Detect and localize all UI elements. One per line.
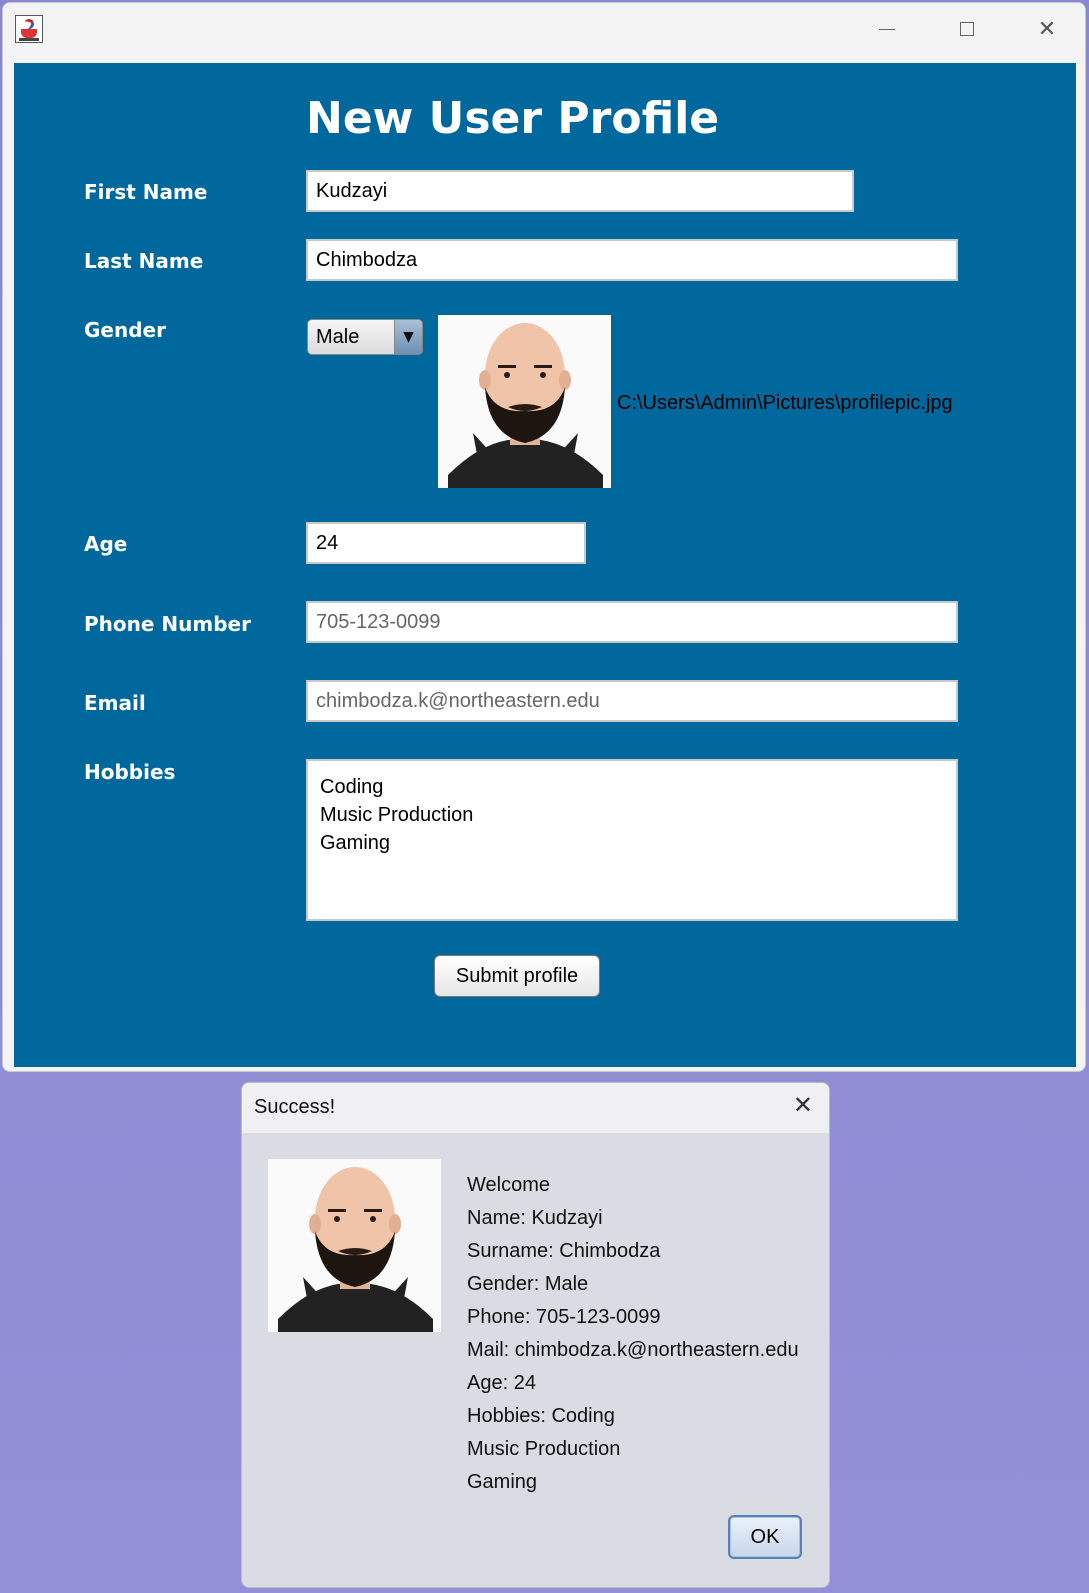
minimize-icon bbox=[879, 28, 895, 30]
phone-field[interactable]: 705-123-0099 bbox=[306, 601, 958, 643]
message-line: Hobbies: Coding bbox=[467, 1405, 615, 1427]
message-line: Age: 24 bbox=[467, 1372, 536, 1394]
dialog-titlebar: Success! ✕ bbox=[242, 1083, 829, 1133]
hobby-line: Music Production bbox=[320, 804, 474, 826]
hobbies-label: Hobbies bbox=[84, 760, 176, 784]
window-titlebar: ✕ bbox=[3, 3, 1085, 55]
first-name-field[interactable]: Kudzayi bbox=[306, 170, 854, 212]
profile-picture[interactable] bbox=[438, 315, 611, 488]
message-line: Gaming bbox=[467, 1471, 538, 1493]
gender-selected-value: Male bbox=[316, 325, 360, 348]
close-icon: ✕ bbox=[1037, 16, 1057, 42]
dialog-title: Success! bbox=[254, 1096, 336, 1118]
dialog-profile-picture bbox=[268, 1159, 441, 1332]
chevron-down-icon[interactable]: ▼ bbox=[394, 320, 422, 354]
message-line: Name: Kudzayi bbox=[467, 1207, 603, 1229]
age-label: Age bbox=[84, 532, 128, 556]
minimize-button[interactable] bbox=[847, 3, 927, 55]
form-panel: New User Profile First Name Kudzayi Last… bbox=[14, 63, 1076, 1067]
message-line: Phone: 705-123-0099 bbox=[467, 1306, 661, 1328]
page-title: New User Profile bbox=[306, 93, 720, 144]
message-line: Welcome bbox=[467, 1174, 550, 1196]
close-icon[interactable]: ✕ bbox=[793, 1091, 813, 1119]
hobby-line: Gaming bbox=[320, 832, 391, 854]
first-name-label: First Name bbox=[84, 180, 208, 204]
message-line: Mail: chimbodza.k@northeastern.edu bbox=[467, 1339, 799, 1361]
hobbies-textarea[interactable]: Coding Music Production Gaming bbox=[306, 759, 958, 921]
java-icon[interactable] bbox=[15, 15, 43, 43]
gender-label: Gender bbox=[84, 318, 166, 342]
success-dialog: Success! ✕ Welcome Name: Kudzayi Surname… bbox=[241, 1082, 830, 1588]
age-field[interactable]: 24 bbox=[306, 522, 586, 564]
avatar-illustration bbox=[268, 1159, 441, 1332]
ok-button[interactable]: OK bbox=[728, 1515, 802, 1559]
gender-dropdown[interactable]: Male ▼ bbox=[307, 319, 423, 355]
last-name-field[interactable]: Chimbodza bbox=[306, 239, 958, 281]
submit-profile-button[interactable]: Submit profile bbox=[434, 955, 600, 997]
email-label: Email bbox=[84, 691, 146, 715]
message-line: Music Production bbox=[467, 1438, 621, 1460]
dialog-message: Welcome Name: Kudzayi Surname: Chimbodza… bbox=[467, 1169, 799, 1499]
avatar-illustration bbox=[438, 315, 611, 488]
maximize-icon bbox=[960, 22, 974, 36]
last-name-label: Last Name bbox=[84, 249, 204, 273]
close-button[interactable]: ✕ bbox=[1007, 3, 1085, 55]
profile-window: ✕ New User Profile First Name Kudzayi La… bbox=[2, 2, 1086, 1072]
email-field[interactable]: chimbodza.k@northeastern.edu bbox=[306, 680, 958, 722]
hobby-line: Coding bbox=[320, 776, 384, 798]
image-path-label: C:\Users\Admin\Pictures\profilepic.jpg bbox=[617, 392, 953, 414]
message-line: Surname: Chimbodza bbox=[467, 1240, 661, 1262]
message-line: Gender: Male bbox=[467, 1273, 589, 1295]
phone-label: Phone Number bbox=[84, 612, 251, 636]
maximize-button[interactable] bbox=[927, 3, 1007, 55]
